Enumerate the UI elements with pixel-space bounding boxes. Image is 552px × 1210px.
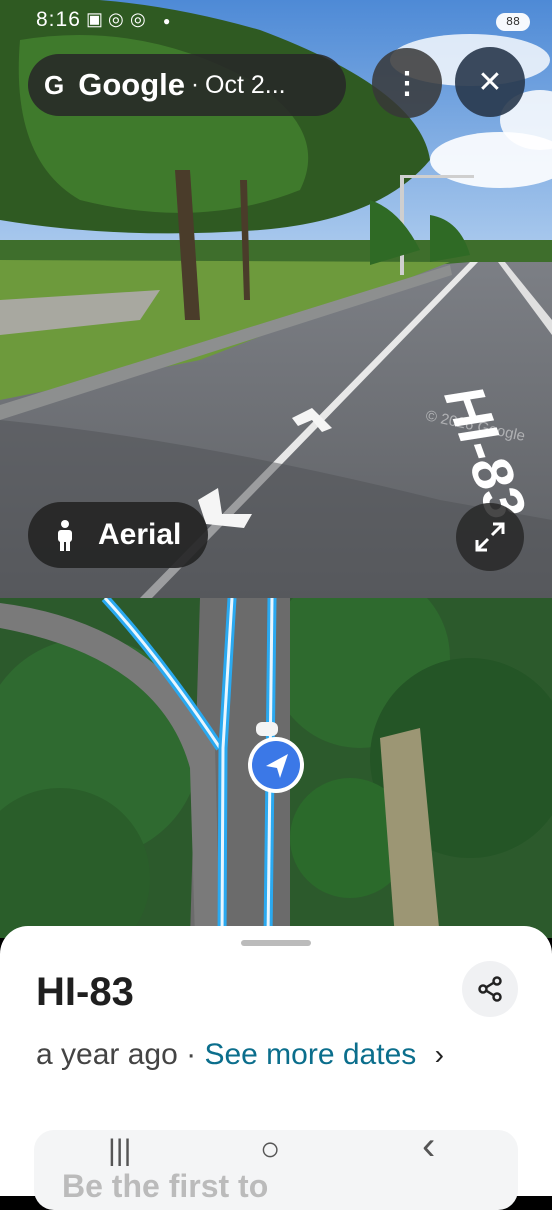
share-icon: [478, 976, 502, 1002]
place-title: HI-83: [36, 970, 134, 1014]
aerial-toggle-button[interactable]: Aerial: [28, 502, 208, 568]
fullscreen-button[interactable]: [456, 503, 524, 571]
system-navigation-bar: ||| ○ ‹: [0, 1122, 552, 1196]
google-logo-icon: G: [44, 69, 65, 100]
status-time: 8:16: [36, 8, 81, 31]
chevron-right-icon[interactable]: ›: [435, 1039, 444, 1070]
battery-indicator: 88: [496, 13, 530, 31]
date-row: a year ago · See more dates ›: [36, 1038, 444, 1072]
capture-date: Oct 2...: [205, 70, 286, 99]
recents-icon[interactable]: |||: [108, 1134, 131, 1168]
separator-dot: ·: [186, 1038, 197, 1071]
more-vert-icon: ⋮: [392, 66, 422, 100]
home-icon[interactable]: ○: [260, 1130, 281, 1169]
more-options-button[interactable]: ⋮: [372, 48, 442, 118]
drag-handle[interactable]: [241, 940, 311, 946]
separator-dot: ·: [191, 71, 200, 98]
nfc-icon: ◎: [130, 9, 146, 29]
person-icon: [58, 520, 72, 551]
satellite-imagery: [0, 598, 552, 938]
see-more-dates-link[interactable]: See more dates: [204, 1038, 416, 1071]
close-button[interactable]: ✕: [455, 47, 525, 117]
dot-icon: ●: [163, 14, 171, 28]
back-icon[interactable]: ‹: [422, 1124, 435, 1169]
attribution-date-pill[interactable]: G Google · Oct 2...: [28, 54, 346, 116]
status-bar: 8:16 ▣ ◎ ◎ ● 88: [0, 0, 552, 44]
aerial-label: Aerial: [98, 518, 182, 551]
close-icon: ✕: [477, 65, 503, 99]
brand-label: Google: [78, 67, 186, 102]
gallery-icon: ▣: [86, 9, 104, 29]
capture-age: a year ago: [36, 1038, 178, 1071]
expand-icon: [475, 522, 505, 552]
share-button[interactable]: [462, 961, 518, 1017]
nfc-icon: ◎: [108, 9, 124, 29]
aerial-map[interactable]: [0, 598, 552, 938]
